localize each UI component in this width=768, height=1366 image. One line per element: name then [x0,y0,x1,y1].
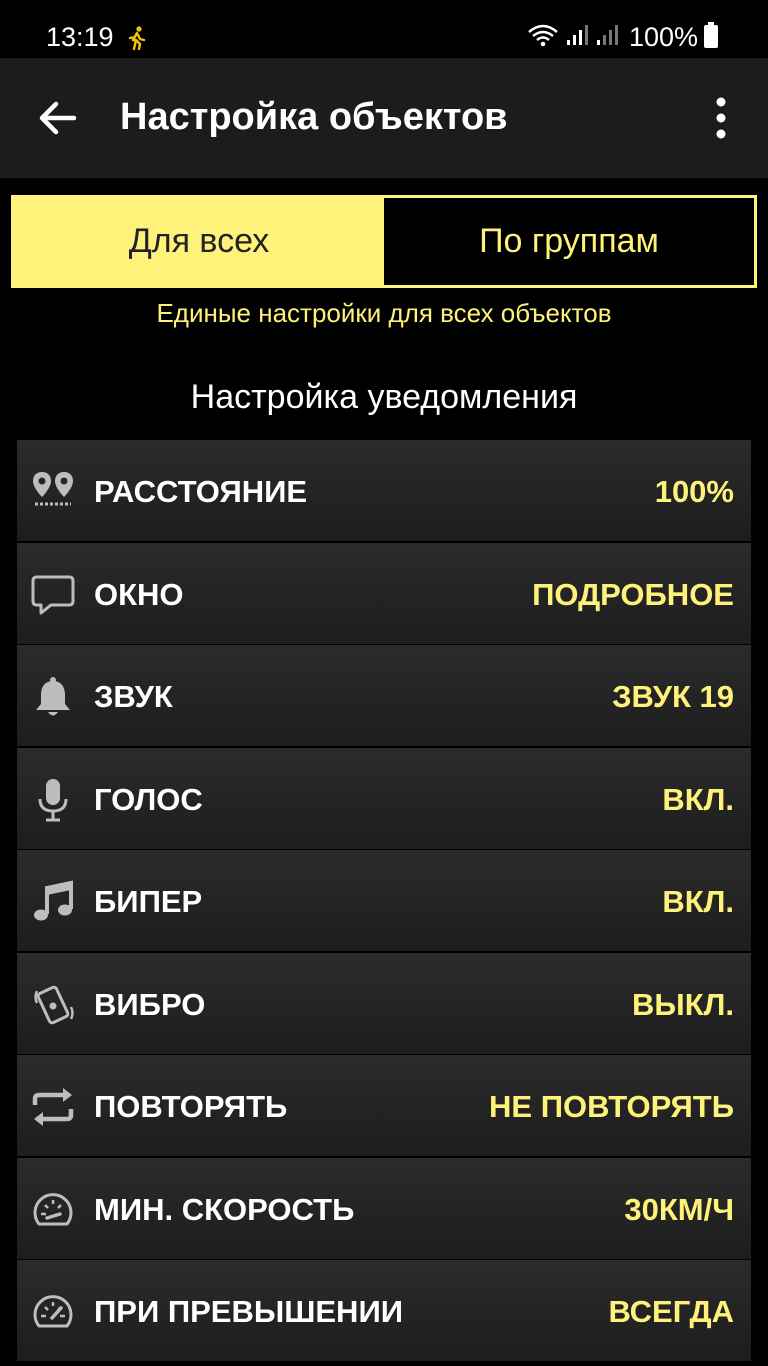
wifi-icon [527,23,559,52]
battery-percent: 100% [628,22,698,52]
back-arrow-icon [39,101,77,135]
tab-for-all[interactable]: Для всех [14,198,384,285]
mode-description: Единые настройки для всех объектов [156,298,612,328]
speedometer-icon [31,1188,75,1232]
music-note-icon [31,880,75,924]
status-bar: 13:19 100% [0,0,768,58]
setting-value: НЕ ПОВТОРЯТЬ [489,1089,734,1124]
speedometer-icon [31,1290,75,1334]
setting-row-window[interactable]: ОКНО ПОДРОБНОЕ [17,542,751,644]
setting-value: 100% [654,474,734,509]
setting-value: 30КМ/Ч [624,1191,734,1227]
tab-by-groups[interactable]: По группам [384,198,754,285]
setting-row-vibro[interactable]: ВИБРО ВЫКЛ. [17,952,751,1054]
setting-row-on-exceed[interactable]: ПРИ ПРЕВЫШЕНИИ ВСЕГДА [17,1260,751,1361]
battery-icon [704,22,718,53]
status-icons: 100% [527,22,718,53]
more-vert-icon [716,97,726,139]
app-bar: Настройка объектов [0,58,768,178]
setting-row-distance[interactable]: РАССТОЯНИЕ 100% [17,440,751,541]
setting-label: ВИБРО [94,986,206,1022]
setting-value: ВКЛ. [662,781,734,817]
walking-icon [126,26,148,55]
setting-label: ПОВТОРЯТЬ [94,1089,288,1124]
setting-label: ПРИ ПРЕВЫШЕНИИ [94,1294,404,1329]
bell-icon [31,675,75,719]
distance-pins-icon [31,470,75,514]
setting-value: ВЫКЛ. [631,986,734,1022]
status-time: 13:19 [46,22,114,52]
setting-row-voice[interactable]: ГОЛОС ВКЛ. [17,747,751,849]
setting-value: ПОДРОБНОЕ [532,576,734,612]
microphone-icon [31,778,75,822]
chat-window-icon [31,573,75,617]
setting-row-repeat[interactable]: ПОВТОРЯТЬ НЕ ПОВТОРЯТЬ [17,1055,751,1156]
setting-row-beeper[interactable]: БИПЕР ВКЛ. [17,850,751,951]
signal-icon-2 [595,23,619,52]
setting-row-sound[interactable]: ЗВУК ЗВУК 19 [17,645,751,746]
vibrate-phone-icon [31,983,75,1027]
page-title: Настройка объектов [120,96,508,138]
section-title: Настройка уведомления [190,378,578,416]
mode-segmented-control: Для всех По группам [11,195,757,288]
setting-label: ЗВУК [94,679,173,714]
repeat-icon [31,1085,75,1129]
setting-value: ВКЛ. [662,884,734,919]
back-button[interactable] [36,98,84,138]
setting-label: ГОЛОС [94,781,203,817]
setting-label: БИПЕР [94,884,203,919]
setting-label: РАССТОЯНИЕ [94,474,308,509]
setting-label: МИН. СКОРОСТЬ [94,1191,355,1227]
setting-label: ОКНО [94,576,184,612]
settings-list: РАССТОЯНИЕ 100% ОКНО ПОДРОБНОЕ ЗВУК ЗВУК… [17,440,751,1363]
more-options-button[interactable] [704,96,738,140]
setting-row-min-speed[interactable]: МИН. СКОРОСТЬ 30КМ/Ч [17,1157,751,1259]
setting-value: ЗВУК 19 [612,679,734,714]
signal-icon [565,23,589,52]
setting-value: ВСЕГДА [608,1294,734,1329]
